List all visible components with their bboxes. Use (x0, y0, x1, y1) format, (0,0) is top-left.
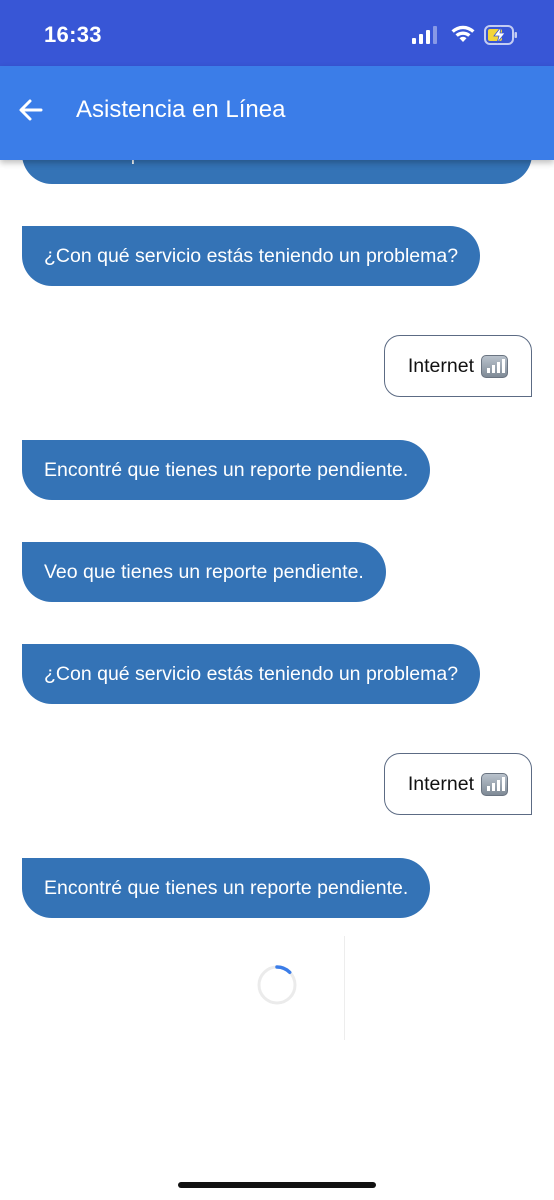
bot-message: Encontré que tienes un reporte pendiente… (22, 858, 431, 918)
message-text: ¿Con qué servicio estás teniendo un prob… (44, 663, 459, 685)
signal-bars-emoji (481, 354, 508, 378)
divider (344, 936, 345, 1040)
bot-message: Veo que tienes un reporte pendiente. (22, 542, 386, 602)
signal-bars-emoji (481, 772, 508, 796)
message-text: Internet (407, 355, 474, 377)
bot-message: ¿Con qué servicio estás teniendo un prob… (22, 644, 481, 704)
message-text: ¿Con qué servicio estás teniendo un prob… (44, 245, 459, 267)
message-text: Internet (407, 773, 474, 795)
user-message: Internet (383, 335, 532, 397)
back-button[interactable] (14, 93, 48, 127)
page-title: Asistencia en Línea (76, 96, 286, 123)
user-message: Internet (383, 753, 532, 815)
arrow-left-icon (19, 99, 43, 121)
message-text: Encontré que tienes un reporte pendiente… (44, 877, 409, 899)
chat-messages[interactable]: momento por favor. ¿Con qué servicio est… (0, 0, 554, 1200)
spinner-icon (257, 965, 297, 1005)
bot-message: Encontré que tienes un reporte pendiente… (22, 440, 431, 500)
message-text: Veo que tienes un reporte pendiente. (44, 561, 364, 583)
app-bar: Asistencia en Línea (0, 66, 554, 160)
loading-spinner (250, 958, 304, 1012)
message-text: Encontré que tienes un reporte pendiente… (44, 459, 409, 481)
bot-message: ¿Con qué servicio estás teniendo un prob… (22, 226, 481, 286)
